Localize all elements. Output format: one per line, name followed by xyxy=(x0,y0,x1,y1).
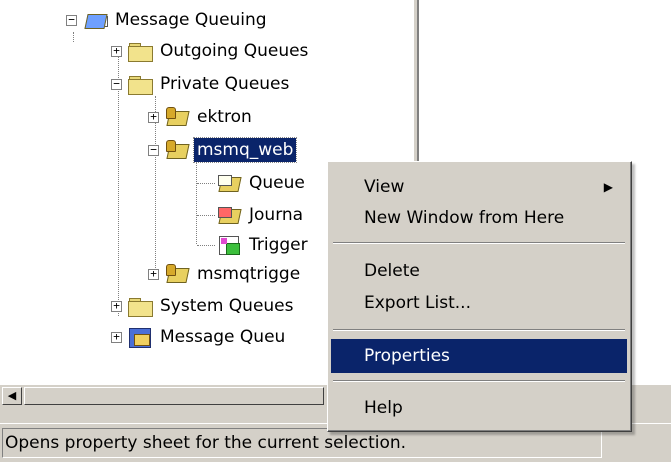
collapse-icon[interactable]: − xyxy=(148,144,159,156)
expand-icon[interactable]: + xyxy=(111,331,122,343)
tree-node-label: Message Queu xyxy=(160,327,286,347)
collapse-icon[interactable]: − xyxy=(111,78,122,90)
menu-item-label: Properties xyxy=(364,346,450,366)
tree-node-private-queues[interactable]: − Private Queues xyxy=(111,71,292,97)
tree-node-label: Outgoing Queues xyxy=(160,41,309,61)
expand-icon[interactable]: + xyxy=(148,111,159,123)
context-menu: View ▶ New Window from Here Delete Expor… xyxy=(327,161,632,432)
queue-icon xyxy=(164,106,190,128)
folder-icon xyxy=(127,295,153,317)
tree-node-message-queue[interactable]: + Message Queu xyxy=(111,324,288,350)
tree-node-label: ektron xyxy=(197,107,252,127)
tree-node-message-queuing[interactable]: − Message Queuing xyxy=(66,7,270,33)
tree-line xyxy=(197,245,215,246)
menu-item-label: Help xyxy=(364,398,403,418)
tree-node-label: msmqtrigge xyxy=(197,264,301,284)
message-queue-icon xyxy=(127,326,153,348)
menu-separator xyxy=(333,380,625,382)
menu-item-export-list[interactable]: Export List... xyxy=(331,286,627,320)
tree-node-label: Journa xyxy=(249,205,304,225)
expand-icon[interactable]: + xyxy=(148,268,159,280)
collapse-icon[interactable]: − xyxy=(66,14,77,26)
tree-node-queue-messages[interactable]: Queue xyxy=(216,170,308,196)
tree-line xyxy=(197,215,215,216)
queue-messages-icon xyxy=(216,172,242,194)
message-queuing-icon xyxy=(82,9,108,31)
menu-item-delete[interactable]: Delete xyxy=(331,254,627,288)
menu-item-label: Export List... xyxy=(364,293,471,313)
menu-separator xyxy=(333,242,625,244)
tree-node-journal[interactable]: Journa xyxy=(216,202,306,228)
menu-item-label: Delete xyxy=(364,261,420,281)
tree-node-label: Private Queues xyxy=(160,74,290,94)
tree-node-msmqtriggers[interactable]: + msmqtrigge xyxy=(148,261,303,287)
queue-icon xyxy=(164,139,190,161)
tree-node-outgoing-queues[interactable]: + Outgoing Queues xyxy=(111,38,311,64)
triggers-icon xyxy=(216,234,242,256)
tree-node-ektron[interactable]: + ektron xyxy=(148,104,255,130)
menu-item-label: View xyxy=(364,177,405,197)
queue-icon xyxy=(164,263,190,285)
menu-separator xyxy=(333,329,625,331)
menu-item-new-window-from-here[interactable]: New Window from Here xyxy=(331,201,627,235)
scroll-left-arrow-icon[interactable]: ◀ xyxy=(2,387,22,405)
status-text: Opens property sheet for the current sel… xyxy=(2,428,602,458)
menu-item-view[interactable]: View ▶ xyxy=(331,170,627,204)
menu-item-label: New Window from Here xyxy=(364,208,565,228)
tree-node-label: Message Queuing xyxy=(115,10,267,30)
tree-line xyxy=(197,183,215,184)
submenu-arrow-icon: ▶ xyxy=(603,180,613,194)
folder-icon xyxy=(127,40,153,62)
expand-icon[interactable]: + xyxy=(111,45,122,57)
tree-node-label: Queue xyxy=(249,173,305,193)
tree-node-label: System Queues xyxy=(160,296,294,316)
tree-node-triggers[interactable]: Trigger xyxy=(216,232,311,258)
folder-icon xyxy=(127,73,153,95)
tree-line xyxy=(196,158,197,244)
expand-icon[interactable]: + xyxy=(111,300,122,312)
menu-item-help[interactable]: Help xyxy=(331,391,627,425)
journal-icon xyxy=(216,204,242,226)
tree-node-system-queues[interactable]: + System Queues xyxy=(111,293,297,319)
tree-node-label: msmq_web xyxy=(192,137,298,163)
menu-item-properties[interactable]: Properties xyxy=(331,339,627,373)
tree-line xyxy=(73,32,74,42)
scroll-thumb[interactable] xyxy=(24,387,324,405)
tree-node-label: Trigger xyxy=(249,235,308,255)
tree-node-msmq-web[interactable]: − msmq_web xyxy=(148,137,298,163)
